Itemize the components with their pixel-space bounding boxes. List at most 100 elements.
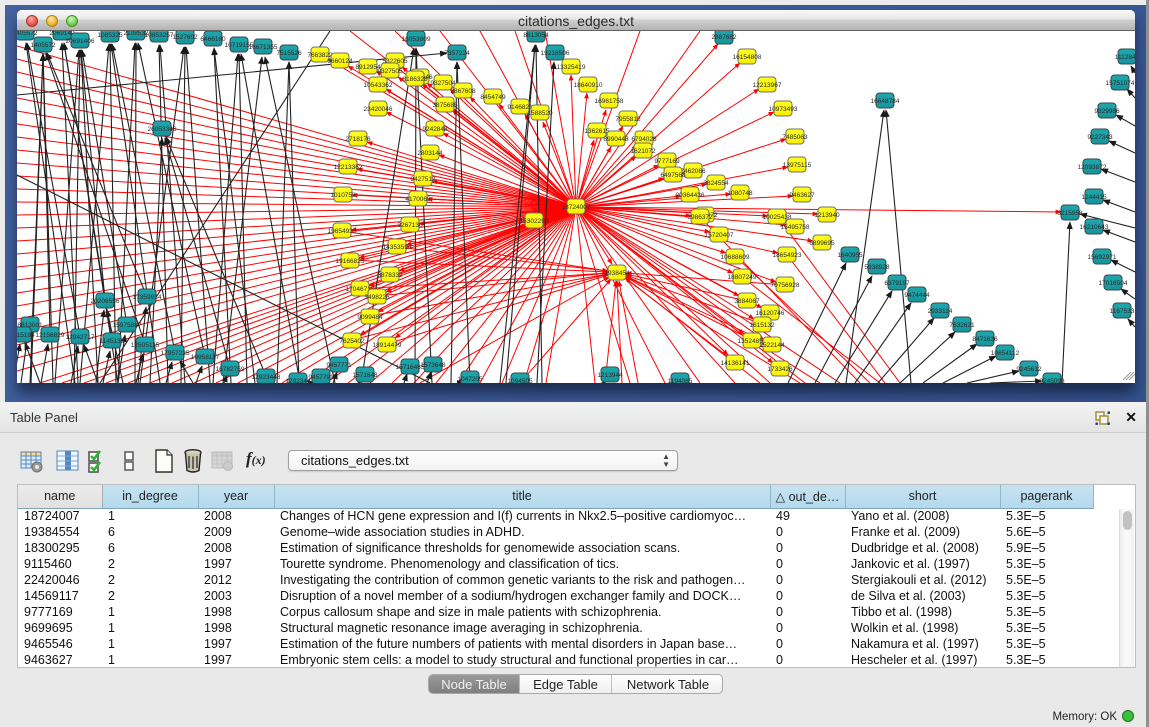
svg-text:18640910: 18640910	[574, 82, 603, 89]
svg-text:9457771: 9457771	[326, 362, 352, 369]
svg-text:8186328: 8186328	[402, 76, 428, 83]
svg-text:12923448: 12923448	[252, 374, 281, 381]
svg-text:7515526: 7515526	[276, 50, 302, 57]
svg-text:20691406: 20691406	[66, 38, 95, 45]
svg-text:70756928: 70756928	[771, 282, 800, 289]
svg-text:9245093: 9245093	[1039, 378, 1065, 383]
svg-text:1292344: 1292344	[285, 378, 311, 383]
svg-text:1167533: 1167533	[1110, 308, 1135, 315]
svg-text:1094505: 1094505	[507, 378, 533, 383]
svg-text:7485063: 7485063	[782, 134, 808, 141]
svg-text:20206556: 20206556	[91, 298, 120, 305]
svg-text:9329966: 9329966	[1094, 108, 1120, 115]
svg-text:2522144: 2522144	[759, 342, 785, 349]
svg-text:6466160: 6466160	[200, 36, 226, 43]
svg-text:17016504: 17016504	[1099, 280, 1128, 287]
svg-text:9242848: 9242848	[422, 126, 448, 133]
svg-text:7357224: 7357224	[444, 50, 470, 57]
svg-text:2887682: 2887682	[711, 34, 737, 41]
svg-text:10973493: 10973493	[769, 106, 798, 113]
svg-text:3215958: 3215958	[1057, 210, 1083, 217]
svg-text:7625402: 7625402	[339, 338, 365, 345]
svg-text:16053809: 16053809	[402, 36, 431, 43]
svg-text:15720407: 15720407	[705, 232, 734, 239]
svg-text:1573648: 1573648	[420, 362, 446, 369]
svg-text:15495758: 15495758	[781, 224, 810, 231]
svg-text:9777169: 9777169	[654, 158, 680, 165]
svg-text:13975115: 13975115	[783, 162, 812, 169]
svg-text:6899695: 6899695	[809, 240, 835, 247]
svg-text:15302293: 15302293	[520, 218, 549, 225]
svg-text:8471636: 8471636	[972, 336, 998, 343]
svg-text:2986372: 2986372	[687, 214, 713, 221]
svg-text:1213940: 1213940	[814, 212, 840, 219]
svg-text:6497568: 6497568	[660, 172, 686, 179]
svg-text:17359934: 17359934	[133, 294, 162, 301]
svg-text:5938928: 5938928	[864, 264, 890, 271]
svg-text:2718176: 2718176	[345, 136, 371, 143]
svg-text:8454749: 8454749	[480, 94, 506, 101]
svg-text:14136141: 14136141	[721, 360, 750, 367]
svg-text:9474444: 9474444	[904, 292, 930, 299]
svg-text:1213944: 1213944	[597, 372, 623, 379]
svg-text:20364436: 20364436	[676, 192, 705, 199]
svg-text:10958117: 10958117	[191, 354, 220, 361]
svg-text:1405572: 1405572	[17, 31, 38, 37]
svg-text:6794028: 6794028	[631, 136, 657, 143]
svg-text:18807249: 18807249	[728, 274, 757, 281]
svg-text:9245612: 9245612	[1016, 366, 1042, 373]
svg-text:16154808: 16154808	[733, 54, 762, 61]
svg-text:12213362: 12213362	[334, 164, 363, 171]
svg-text:9099484: 9099484	[357, 314, 383, 321]
svg-text:12505115: 12505115	[131, 342, 160, 349]
svg-text:9427512: 9427512	[410, 176, 436, 183]
svg-text:1145139: 1145139	[100, 338, 125, 345]
svg-text:6379197: 6379197	[884, 280, 910, 287]
svg-text:9457791: 9457791	[308, 374, 334, 381]
svg-text:13325419: 13325419	[557, 64, 586, 71]
svg-text:2803144: 2803144	[417, 150, 443, 157]
svg-text:18914479: 18914479	[373, 342, 402, 349]
svg-text:19218506: 19218506	[541, 50, 570, 57]
svg-text:1010753: 1010753	[330, 192, 356, 199]
svg-text:8878332: 8878332	[377, 272, 403, 279]
svg-text:16782759: 16782759	[216, 366, 245, 373]
svg-text:18654923: 18654923	[773, 252, 802, 259]
svg-text:17957225: 17957225	[161, 350, 190, 357]
svg-text:10654112: 10654112	[991, 350, 1020, 357]
svg-text:3875685: 3875685	[432, 102, 458, 109]
svg-text:1621072: 1621072	[630, 148, 656, 155]
svg-text:18724007: 18724007	[562, 204, 591, 211]
svg-text:3824554: 3824554	[703, 180, 729, 187]
svg-text:9463627: 9463627	[789, 192, 815, 199]
svg-text:3498226: 3498226	[364, 294, 390, 301]
svg-text:12213967: 12213967	[753, 82, 782, 89]
svg-text:12093872: 12093872	[1078, 164, 1107, 171]
svg-text:26053346: 26053346	[148, 126, 177, 133]
svg-text:1640955: 1640955	[837, 252, 863, 259]
svg-text:16961758: 16961758	[595, 98, 624, 105]
svg-text:16648784: 16648784	[871, 98, 900, 105]
svg-text:10853257: 10853257	[145, 32, 174, 39]
svg-text:1571648: 1571648	[352, 372, 378, 379]
svg-text:1588520: 1588520	[527, 110, 553, 117]
svg-text:1938454: 1938454	[604, 270, 630, 277]
svg-text:3267130: 3267130	[397, 222, 423, 229]
svg-text:19166825: 19166825	[336, 258, 365, 265]
svg-text:1615132: 1615132	[749, 322, 775, 329]
svg-text:16120746: 16120746	[756, 310, 785, 317]
svg-text:1085325: 1085325	[97, 32, 123, 39]
svg-text:3915184: 3915184	[17, 332, 35, 339]
svg-text:1362615: 1362615	[584, 128, 610, 135]
svg-text:19654933: 19654933	[328, 228, 357, 235]
svg-text:1244415: 1244415	[1081, 194, 1107, 201]
svg-text:4170063: 4170063	[405, 196, 431, 203]
svg-text:8990448: 8990448	[603, 136, 629, 143]
svg-text:9327505: 9327505	[377, 68, 403, 75]
svg-text:15751074: 15751074	[1106, 80, 1135, 87]
svg-text:2867608: 2867608	[450, 88, 476, 95]
svg-text:23420046: 23420046	[364, 106, 393, 113]
svg-text:3884067: 3884067	[734, 298, 760, 305]
svg-text:16210643: 16210643	[1080, 224, 1109, 231]
svg-text:9660124: 9660124	[327, 58, 353, 65]
